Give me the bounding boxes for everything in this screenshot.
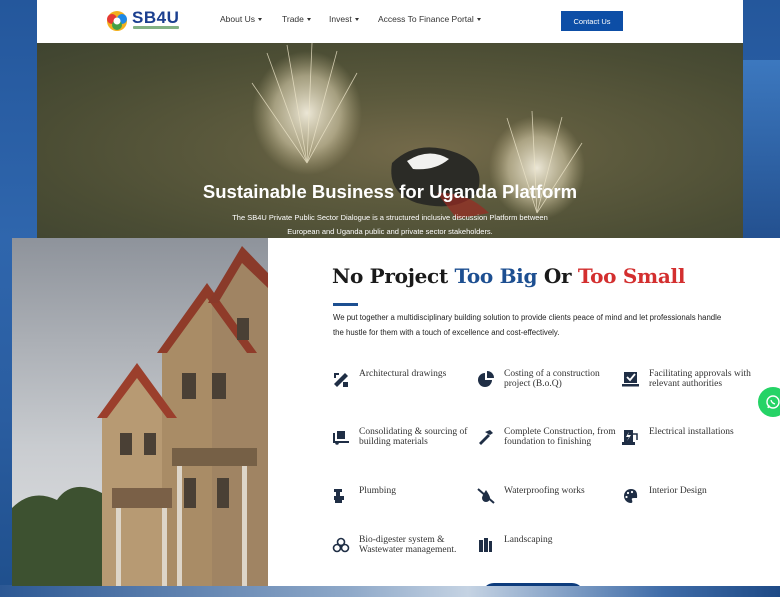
nav-trade[interactable]: Trade — [282, 14, 311, 24]
service-label: Facilitating approvals with relevant aut… — [649, 369, 751, 389]
crowned-crane-image — [251, 43, 585, 220]
approval-checkbox-icon — [622, 372, 639, 387]
chevron-down-icon — [306, 18, 311, 22]
charging-station-icon — [622, 430, 638, 445]
biohazard-icon — [332, 537, 350, 553]
chevron-down-icon — [354, 18, 359, 22]
logo-mark-icon — [107, 11, 127, 31]
background-decoration-bottom — [0, 585, 780, 597]
hero-subtitle: The SB4U Private Public Sector Dialogue … — [37, 211, 743, 238]
hero-title: Sustainable Business for Uganda Platform — [202, 181, 578, 202]
service-item[interactable]: Waterproofing works — [477, 486, 617, 504]
cta-button[interactable] — [482, 583, 584, 586]
nav-invest[interactable]: Invest — [329, 14, 359, 24]
water-slash-icon — [477, 488, 495, 504]
title-part-3: Or — [537, 264, 578, 288]
service-item[interactable]: Consolidating & sourcing of building mat… — [332, 427, 472, 447]
service-label: Bio-digester system & Wastewater managem… — [359, 535, 457, 555]
service-label: Architectural drawings — [359, 369, 447, 379]
service-item[interactable]: Bio-digester system & Wastewater managem… — [332, 535, 472, 555]
hero-banner: Sustainable Business for Uganda Platform… — [37, 43, 743, 238]
service-label: Electrical installations — [649, 427, 734, 437]
trees-icon — [479, 538, 492, 552]
service-label: Plumbing — [359, 486, 396, 496]
whatsapp-icon — [766, 395, 780, 409]
contact-us-button[interactable]: Contact Us — [561, 11, 623, 31]
site-header: SB4U About Us Trade Invest Access To Fin… — [37, 0, 743, 43]
title-part-1: No Project — [332, 264, 455, 288]
building-photo — [12, 238, 268, 586]
title-highlight-too-big: Too Big — [454, 264, 538, 288]
service-item[interactable]: Interior Design — [622, 486, 762, 504]
chevron-down-icon — [476, 18, 481, 22]
title-highlight-too-small: Too Small — [577, 264, 686, 288]
background-decoration — [740, 60, 780, 240]
logo-tagline — [133, 26, 179, 29]
faucet-icon — [334, 489, 344, 503]
service-item[interactable]: Plumbing — [332, 486, 472, 504]
service-label: Waterproofing works — [504, 486, 585, 496]
services-section: No Project Too Big Or Too Small We put t… — [12, 238, 780, 586]
hero-subtitle-line1: The SB4U Private Public Sector Dialogue … — [232, 213, 548, 222]
palette-icon — [624, 489, 638, 503]
whatsapp-chat-button[interactable] — [758, 387, 780, 417]
service-item[interactable]: Landscaping — [477, 535, 617, 553]
service-item[interactable]: Complete Construction, from foundation t… — [477, 427, 617, 447]
service-item[interactable]: Costing of a construction project (B.o.Q… — [477, 369, 617, 389]
service-label: Interior Design — [649, 486, 707, 496]
service-label: Consolidating & sourcing of building mat… — [359, 427, 468, 447]
service-item[interactable]: Electrical installations — [622, 427, 762, 445]
nav-invest-label: Invest — [329, 14, 352, 24]
logo-text: SB4U — [132, 8, 180, 27]
pie-chart-icon — [478, 371, 494, 387]
nav-about-us-label: About Us — [220, 14, 255, 24]
service-item[interactable]: Facilitating approvals with relevant aut… — [622, 369, 762, 389]
nav-trade-label: Trade — [282, 14, 304, 24]
section-intro: We put together a multidisciplinary buil… — [333, 313, 722, 337]
sb4u-logo[interactable]: SB4U — [105, 8, 185, 34]
service-label: Costing of a construction project (B.o.Q… — [504, 369, 600, 389]
chevron-down-icon — [257, 18, 262, 22]
drafting-tools-icon — [334, 373, 348, 387]
hammer-icon — [479, 430, 493, 445]
hero-subtitle-line2: European and Uganda public and private s… — [287, 227, 493, 236]
truck-loading-icon — [333, 431, 349, 445]
service-label: Landscaping — [504, 535, 553, 545]
title-underline — [333, 303, 358, 306]
section-title: No Project Too Big Or Too Small — [332, 264, 685, 288]
nav-access-to-finance-label: Access To Finance Portal — [378, 14, 474, 24]
service-label: Complete Construction, from foundation t… — [504, 427, 616, 447]
service-item[interactable]: Architectural drawings — [332, 369, 472, 387]
nav-about-us[interactable]: About Us — [220, 14, 262, 24]
nav-access-to-finance-portal[interactable]: Access To Finance Portal — [378, 14, 481, 24]
